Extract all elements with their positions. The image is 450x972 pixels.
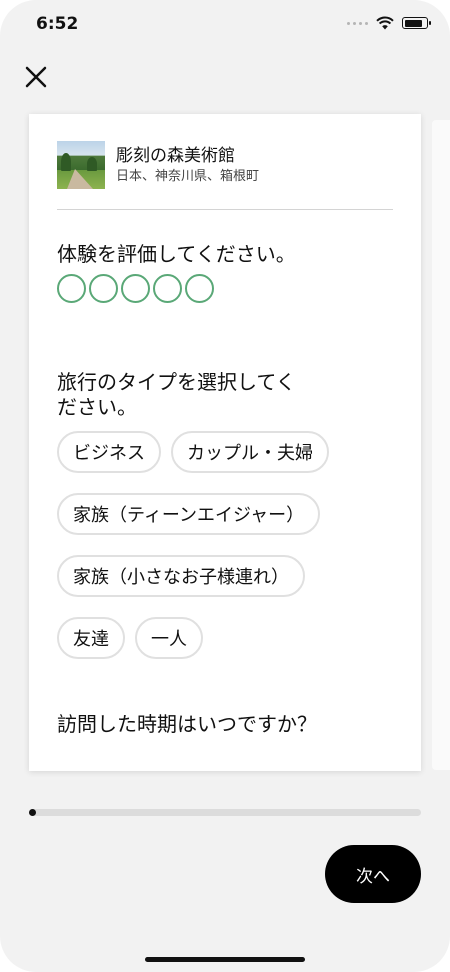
signal-dots-icon — [347, 21, 368, 25]
rating-question: 体験を評価してください。 — [57, 242, 296, 266]
screen: 6:52 彫刻の森美術館 日本、神奈川県、箱根町 体験を評価してください。 旅行… — [0, 0, 450, 972]
place-name: 彫刻の森美術館 — [116, 145, 235, 166]
trip-type-family-teen[interactable]: 家族（ティーンエイジャー） — [57, 493, 321, 535]
trip-type-business[interactable]: ビジネス — [57, 431, 161, 473]
progress-bar — [29, 809, 421, 816]
place-thumbnail — [57, 141, 105, 189]
review-card: 彫刻の森美術館 日本、神奈川県、箱根町 体験を評価してください。 旅行のタイプを… — [29, 114, 421, 771]
trip-type-couple[interactable]: カップル・夫婦 — [171, 431, 329, 473]
status-time: 6:52 — [36, 14, 79, 34]
trip-type-options: ビジネス カップル・夫婦 家族（ティーンエイジャー） 家族（小さなお子様連れ） … — [57, 431, 397, 659]
progress-fill — [29, 809, 36, 816]
next-button[interactable]: 次へ — [325, 845, 421, 903]
home-indicator[interactable] — [145, 957, 305, 962]
rating-bubbles — [57, 274, 214, 303]
rating-bubble-3[interactable] — [121, 274, 150, 303]
rating-bubble-2[interactable] — [89, 274, 118, 303]
trip-type-question: 旅行のタイプを選択してください。 — [57, 370, 296, 419]
rating-bubble-5[interactable] — [185, 274, 214, 303]
status-icons — [347, 16, 431, 30]
place-header: 彫刻の森美術館 日本、神奈川県、箱根町 — [57, 141, 259, 189]
close-icon[interactable] — [22, 63, 50, 91]
divider — [57, 209, 393, 210]
visit-time-question: 訪問した時期はいつですか？ — [57, 712, 317, 736]
trip-type-solo[interactable]: 一人 — [135, 617, 203, 659]
trip-type-family-kids[interactable]: 家族（小さなお子様連れ） — [57, 555, 305, 597]
wifi-icon — [376, 16, 394, 30]
rating-bubble-4[interactable] — [153, 274, 182, 303]
next-card-peek — [432, 120, 450, 770]
battery-icon — [402, 17, 431, 29]
place-location: 日本、神奈川県、箱根町 — [116, 168, 260, 184]
trip-type-friends[interactable]: 友達 — [57, 617, 125, 659]
rating-bubble-1[interactable] — [57, 274, 86, 303]
